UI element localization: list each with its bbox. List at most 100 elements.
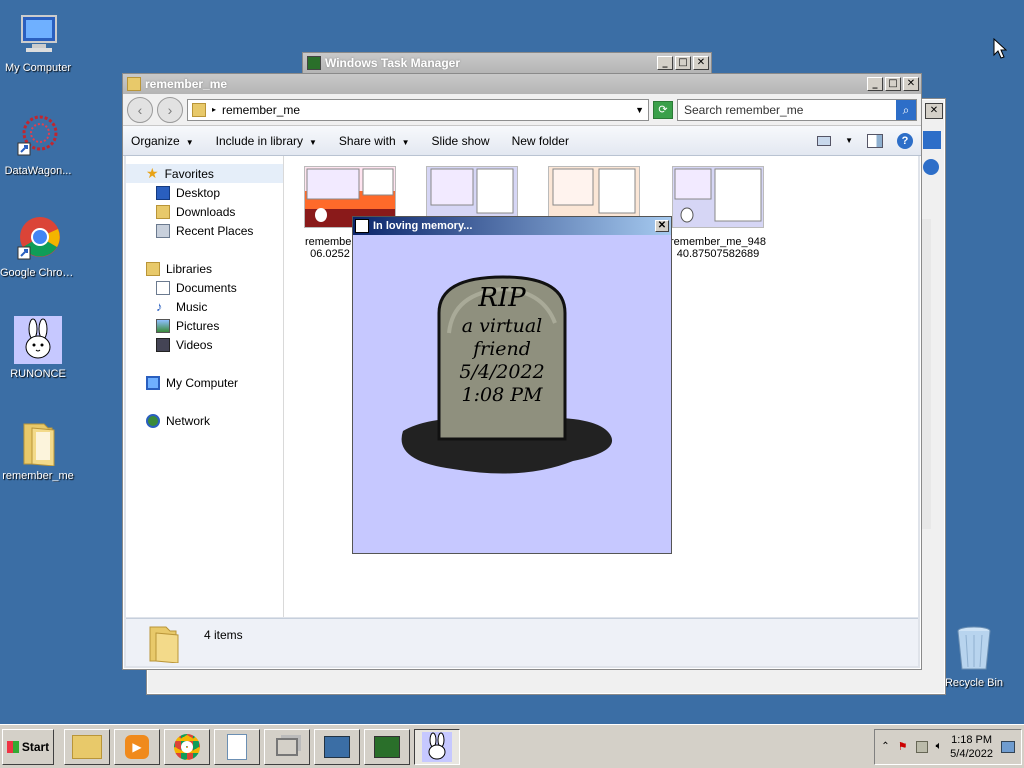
show-desktop-icon[interactable] [1001, 740, 1015, 753]
explorer-titlebar[interactable]: remember_me _ □ ✕ [123, 74, 921, 94]
folder-icon [72, 734, 102, 759]
maximize-button[interactable]: □ [675, 56, 691, 70]
power-icon[interactable] [915, 740, 928, 753]
libraries-icon [146, 261, 160, 276]
nav-libraries-label: Libraries [166, 261, 213, 276]
pictures-icon [156, 318, 170, 333]
address-dropdown-icon[interactable]: ▼ [635, 105, 644, 115]
desktop-icon-remember-me[interactable]: remember_me [0, 418, 76, 482]
file-name[interactable]: remember_me_948 40.87507582689 [666, 236, 770, 260]
forward-button[interactable]: › [157, 96, 183, 123]
bunny-icon [674, 168, 762, 223]
refresh-button[interactable]: ⟳ [653, 100, 673, 119]
include-in-library-menu[interactable]: Include in library ▼ [216, 134, 317, 148]
nav-libraries[interactable]: Libraries [126, 259, 283, 278]
taskbar-runonce-button[interactable] [414, 728, 460, 765]
taskbar-explorer-button[interactable] [64, 728, 110, 765]
chrome-icon [174, 733, 200, 760]
search-box[interactable]: Search remember_me ⌕ [677, 98, 917, 121]
desktop-icon [156, 185, 170, 200]
tombstone-line: a virtual [461, 315, 543, 337]
task-manager-titlebar[interactable]: Windows Task Manager _ □ ✕ [303, 53, 711, 73]
address-bar[interactable]: ▸ remember_me ▼ [187, 98, 649, 121]
media-player-icon: ▶ [125, 734, 149, 759]
taskbar-switch-windows-button[interactable] [264, 728, 310, 765]
action-center-icon[interactable]: ⚑ [898, 740, 908, 753]
file-name-line1: remember [304, 236, 356, 248]
file-name-line1: remember_me_948 [670, 236, 766, 248]
tombstone-date: 5/4/2022 [459, 361, 545, 383]
desktop-icon-google-chrome[interactable]: Google Chrome [0, 215, 76, 279]
desktop-icon-recycle-bin[interactable]: Recycle Bin [936, 625, 1012, 689]
background-search-icon[interactable] [923, 131, 941, 149]
organize-label: Organize [131, 133, 180, 148]
network-icon [146, 413, 160, 428]
search-input[interactable]: Search remember_me [684, 103, 896, 117]
maximize-button[interactable]: □ [885, 77, 901, 91]
desktop-icon-my-computer[interactable]: My Computer [0, 10, 76, 74]
organize-menu[interactable]: Organize ▼ [131, 134, 194, 148]
nav-favorites[interactable]: ★ Favorites [126, 164, 283, 183]
minimize-button[interactable]: _ [657, 56, 673, 70]
nav-network[interactable]: Network [126, 411, 283, 430]
nav-downloads[interactable]: Downloads [126, 202, 283, 221]
memorial-popup-window[interactable]: In loving memory... ✕ RIP a virtual frie… [352, 216, 672, 554]
show-hidden-icons-icon[interactable]: ⌃ [881, 741, 889, 752]
desktop-icon-label: remember_me [2, 470, 74, 482]
start-label: Start [21, 739, 50, 754]
desktop-icon-datawagon[interactable]: DataWagon... [0, 113, 76, 177]
folder-icon [14, 418, 62, 467]
music-icon: ♪ [156, 299, 163, 314]
address-path: remember_me [222, 102, 301, 117]
close-button[interactable]: ✕ [693, 56, 709, 70]
volume-icon[interactable]: 🔈︎ [936, 740, 943, 753]
file-name[interactable]: remember 06.0252 [302, 236, 358, 260]
view-options-icon[interactable] [817, 135, 832, 146]
clock-date: 5/4/2022 [950, 747, 993, 760]
desktop-icon-runonce[interactable]: RUNONCE [0, 316, 76, 380]
file-thumbnail[interactable] [672, 166, 764, 228]
preview-pane-icon[interactable] [867, 133, 883, 148]
nav-network-label: Network [166, 413, 211, 428]
taskbar: Start ▶ ⌃ ⚑ 🔈︎ 1:18 PM 5/4/2022 [0, 724, 1024, 768]
taskbar-media-player-button[interactable]: ▶ [114, 728, 160, 765]
nav-recent-places[interactable]: Recent Places [126, 221, 283, 240]
taskbar-notepad-button[interactable] [214, 728, 260, 765]
popup-titlebar[interactable]: In loving memory... ✕ [353, 217, 671, 235]
desktop-icon-label: Recycle Bin [944, 677, 1004, 689]
nav-recent-places-label: Recent Places [176, 223, 254, 238]
nav-desktop[interactable]: Desktop [126, 183, 283, 202]
start-button[interactable]: Start [2, 728, 54, 765]
taskbar-chrome-button[interactable] [164, 728, 210, 765]
back-button[interactable]: ‹ [127, 96, 153, 123]
search-icon[interactable]: ⌕ [896, 99, 916, 120]
minimize-button[interactable]: _ [867, 77, 883, 91]
nav-my-computer[interactable]: My Computer [126, 373, 283, 392]
item-count: 4 items [204, 627, 243, 642]
taskbar-task-manager-button[interactable] [364, 728, 410, 765]
breadcrumb-arrow-icon[interactable]: ▸ [212, 105, 216, 114]
taskbar-control-panel-button[interactable] [314, 728, 360, 765]
nav-documents[interactable]: Documents [126, 278, 283, 297]
close-button[interactable]: ✕ [903, 77, 919, 91]
background-help-icon[interactable] [923, 159, 939, 175]
close-button[interactable]: ✕ [655, 220, 669, 232]
share-with-menu[interactable]: Share with ▼ [339, 134, 410, 148]
explorer-title: remember_me [145, 77, 228, 91]
recycle-bin-icon [950, 625, 998, 673]
dropdown-arrow-icon: ▼ [185, 137, 194, 147]
datawagon-icon [14, 113, 62, 161]
help-icon[interactable]: ? [897, 132, 913, 149]
new-folder-button[interactable]: New folder [512, 134, 569, 148]
bunny-icon [355, 219, 369, 233]
background-window-close-button[interactable]: ✕ [925, 103, 943, 119]
file-name-line2: 40.87507582689 [676, 248, 760, 260]
nav-pictures[interactable]: Pictures [126, 316, 283, 335]
slide-show-button[interactable]: Slide show [432, 134, 490, 148]
nav-videos[interactable]: Videos [126, 335, 283, 354]
bunny-icon [422, 731, 452, 762]
share-with-label: Share with [338, 133, 396, 148]
nav-music[interactable]: ♪ Music [126, 297, 283, 316]
clock[interactable]: 1:18 PM 5/4/2022 [950, 733, 993, 761]
view-dropdown-icon[interactable]: ▼ [845, 136, 853, 145]
